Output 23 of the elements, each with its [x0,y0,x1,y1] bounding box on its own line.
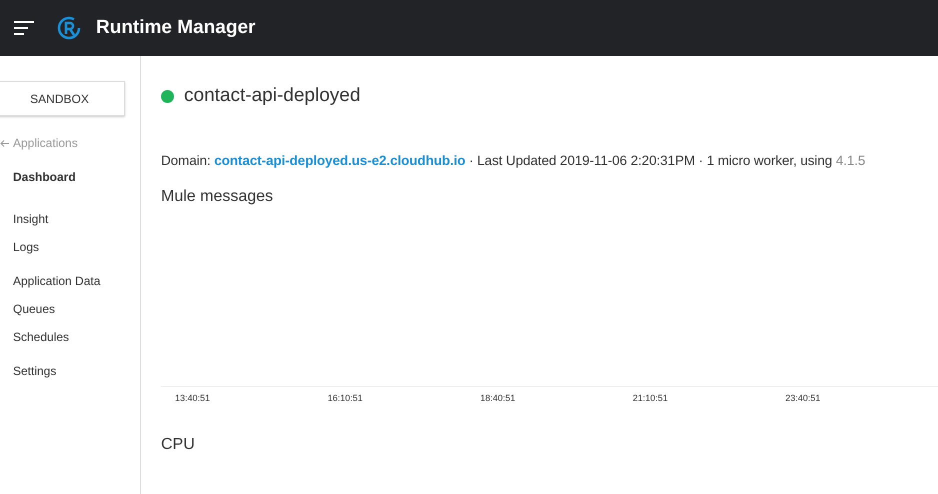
menu-icon[interactable] [14,20,34,36]
time-label: 13:40:51 [175,393,210,403]
time-label: 18:40:51 [480,393,516,403]
time-label: 21:10:51 [632,393,668,403]
time-label: 23:40:51 [785,393,820,403]
back-link-label: Applications [13,136,78,150]
app-title: Runtime Manager [96,17,256,39]
sidebar-item[interactable]: Dashboard [13,170,140,184]
environment-button[interactable]: SANDBOX [0,81,125,116]
sidebar-item[interactable]: Settings [13,364,140,378]
chart-title: CPU [161,436,196,454]
application-info: Domain: contact-api-deployed.us-e2.cloudhub.io · Last Updated 2019-11-06 2:20:31PM · 1 micro worker, using 4.1.5 [161,153,866,168]
sidebar-item[interactable]: Schedules [13,330,140,344]
time-label: 16:10:51 [328,393,363,403]
sidebar-item[interactable]: Insight [13,212,140,226]
back-arrow-icon [0,138,9,148]
sidebar-item[interactable]: Logs [13,240,140,254]
sidebar-item[interactable]: Queues [13,302,140,316]
application-name: contact-api-deployed [184,85,360,107]
logo-icon [56,15,82,41]
sidebar-item[interactable]: Application Data [13,274,140,288]
domain-link[interactable]: contact-api-deployed.us-e2.cloudhub.io [214,153,466,168]
chart-title: Mule messages [161,188,274,206]
